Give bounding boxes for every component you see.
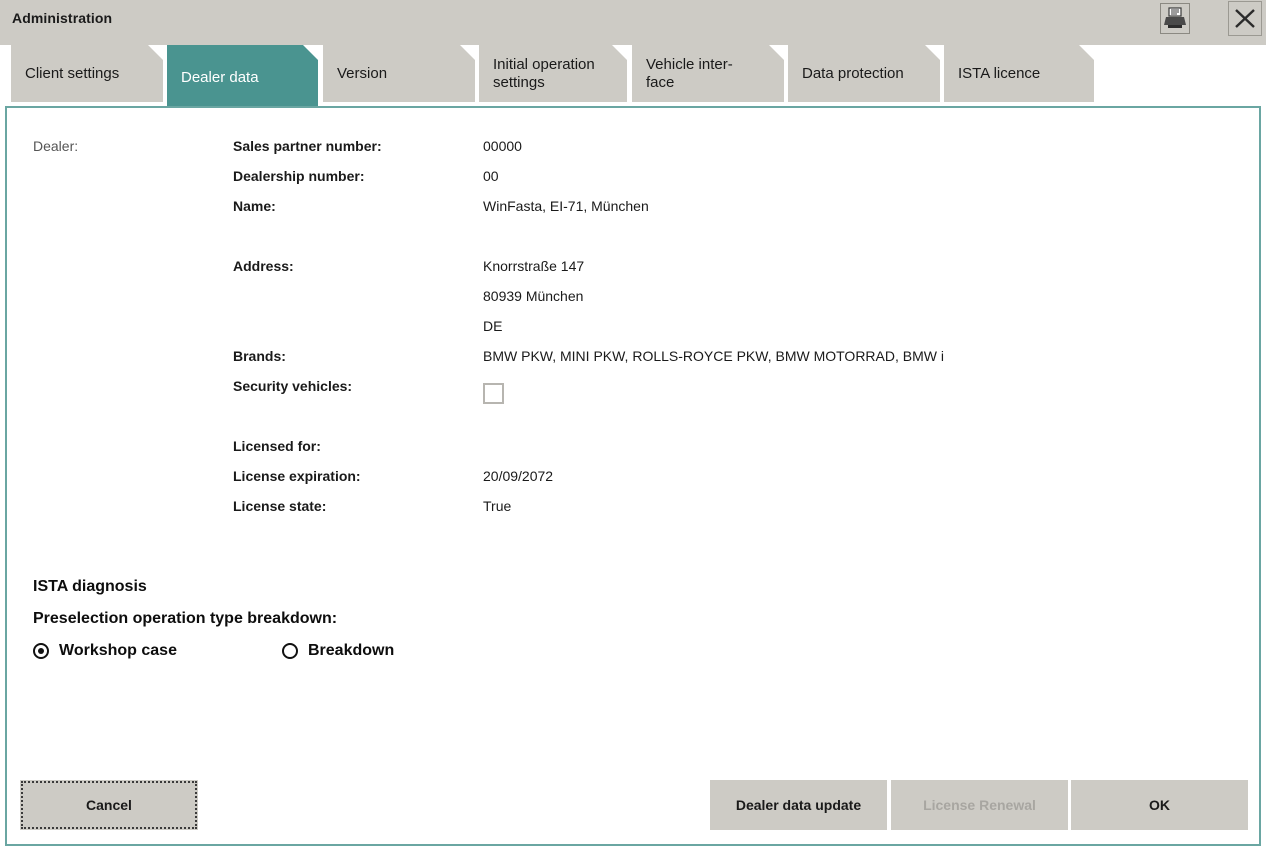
ok-button[interactable]: OK [1071,780,1248,830]
tab-label: Client settings [25,64,120,82]
dealer-section-label: Dealer: [33,138,79,154]
value-brands: BMW PKW, MINI PKW, ROLLS-ROYCE PKW, BMW … [483,348,944,364]
label-license-expiration: License expiration: [233,468,361,484]
label-sales-partner-number: Sales partner number: [233,138,382,154]
value-license-state: True [483,498,512,514]
radio-breakdown[interactable]: Breakdown [282,642,394,660]
cancel-button[interactable]: Cancel [20,780,198,830]
label-dealership-number: Dealership number: [233,168,365,184]
preselection-label: Preselection operation type breakdown: [33,610,338,627]
tab-label: Initial operation settings [493,56,595,91]
label-licensed-for: Licensed for: [233,438,321,454]
label-brands: Brands: [233,348,286,364]
value-license-expiration: 20/09/2072 [483,468,554,484]
dealer-data-panel: Dealer: Sales partner number: Dealership… [5,106,1261,846]
security-vehicles-checkbox[interactable] [483,383,504,404]
dealer-data-update-button[interactable]: Dealer data update [710,780,887,830]
label-address: Address: [233,258,294,274]
tab-version[interactable]: Version [323,45,475,102]
radio-label: Workshop case [59,642,177,659]
radio-unselected-icon [282,643,298,659]
ista-diagnosis-heading: ISTA diagnosis [33,578,147,595]
license-renewal-button: License Renewal [891,780,1068,830]
value-sales-partner-number: 00000 [483,138,522,154]
tab-vehicle-interface[interactable]: Vehicle inter-face [632,45,784,102]
label-license-state: License state: [233,498,327,514]
printer-icon [1161,4,1189,33]
tab-data-protection[interactable]: Data protection [788,45,940,102]
close-icon [1229,2,1261,35]
value-name: WinFasta, EI-71, München [483,198,649,214]
value-address-city: 80939 München [483,288,584,304]
window-title-bar: Administration [0,0,1266,39]
tab-bar: Client settings Dealer data Version Init… [0,38,1266,107]
tab-initial-operation-settings[interactable]: Initial operation settings [479,45,627,102]
radio-selected-icon [33,643,49,659]
tab-dealer-data[interactable]: Dealer data [167,45,318,110]
print-button[interactable] [1160,3,1190,34]
radio-label: Breakdown [308,642,395,659]
radio-workshop-case[interactable]: Workshop case [33,642,177,660]
tab-label: Dealer data [181,68,259,86]
label-security-vehicles: Security vehicles: [233,378,353,394]
tab-label: ISTA licence [958,64,1041,82]
tab-label: Vehicle inter-face [646,56,733,91]
tab-ista-licence[interactable]: ISTA licence [944,45,1094,102]
tab-label: Data protection [802,64,904,82]
tab-client-settings[interactable]: Client settings [11,45,163,102]
value-dealership-number: 00 [483,168,499,184]
value-address-street: Knorrstraße 147 [483,258,585,274]
tab-label: Version [337,64,388,82]
page-title: Administration [12,10,113,26]
label-name: Name: [233,198,276,214]
value-address-country: DE [483,318,503,334]
close-button[interactable] [1228,1,1262,36]
